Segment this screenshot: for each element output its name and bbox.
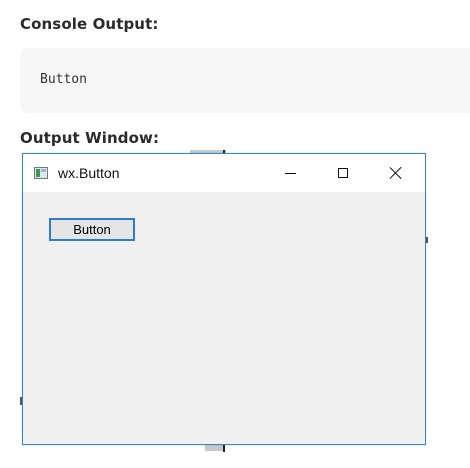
console-output-box: Button (20, 48, 470, 113)
background-window-fragment-bottom (205, 445, 225, 451)
output-window-heading: Output Window: (20, 129, 160, 147)
console-output-heading: Console Output: (20, 15, 159, 33)
background-window-edge-bottom (223, 445, 225, 452)
window-client-area: Button (23, 192, 425, 444)
minimize-button[interactable] (267, 154, 313, 192)
wx-button[interactable]: Button (49, 218, 135, 241)
wx-button-window: wx.Button Button (22, 153, 426, 445)
close-icon (389, 166, 403, 180)
minimize-icon (284, 172, 296, 174)
maximize-button[interactable] (320, 154, 366, 192)
app-icon (34, 167, 48, 179)
window-titlebar[interactable]: wx.Button (23, 154, 425, 192)
console-output-text: Button (40, 72, 87, 87)
background-window-fragment-right (426, 237, 428, 243)
window-title: wx.Button (58, 165, 120, 181)
maximize-icon (338, 168, 348, 178)
close-button[interactable] (373, 154, 419, 192)
